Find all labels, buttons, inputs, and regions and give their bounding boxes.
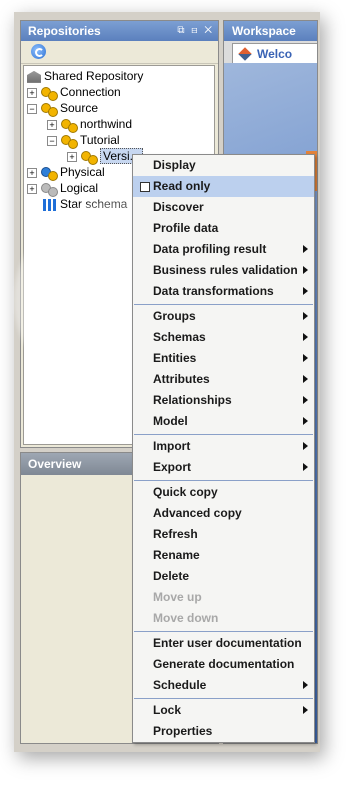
submenu-arrow-icon: [303, 706, 308, 714]
workspace-tabbar: Welco: [224, 41, 317, 64]
menu-item-model[interactable]: Model: [133, 411, 314, 432]
submenu-arrow-icon: [303, 417, 308, 425]
menu-item-properties[interactable]: Properties: [133, 721, 314, 742]
repositories-toolbar: [21, 41, 218, 64]
tree-node-tutorial[interactable]: − Tutorial: [47, 132, 120, 149]
menu-item-business-rules-validation[interactable]: Business rules validation: [133, 260, 314, 281]
menu-item-entities[interactable]: Entities: [133, 348, 314, 369]
menu-item-attributes[interactable]: Attributes: [133, 369, 314, 390]
menu-item-lock[interactable]: Lock: [133, 700, 314, 721]
version-icon: [81, 150, 98, 165]
repository-icon: [27, 70, 41, 83]
refresh-icon[interactable]: [31, 44, 46, 59]
panel-window-controls[interactable]: ⧉ ⊟ ✕: [177, 21, 214, 41]
menu-separator: [134, 304, 313, 305]
logical-icon: [41, 182, 58, 197]
repositories-title: Repositories: [28, 24, 101, 38]
menu-item-advanced-copy[interactable]: Advanced copy: [133, 503, 314, 524]
menu-item-move-down[interactable]: Move down: [133, 608, 314, 629]
connection-icon: [41, 86, 58, 101]
tab-welcome[interactable]: Welco: [232, 43, 317, 63]
menu-item-data-transformations[interactable]: Data transformations: [133, 281, 314, 302]
submenu-arrow-icon: [303, 442, 308, 450]
tree-node-shared-repository[interactable]: Shared Repository: [27, 68, 143, 84]
expand-icon[interactable]: +: [27, 167, 37, 178]
submenu-arrow-icon: [303, 681, 308, 689]
menu-item-profile-data[interactable]: Profile data: [133, 218, 314, 239]
tree-node-physical[interactable]: + Physical: [27, 164, 105, 181]
source-icon: [41, 102, 58, 117]
menu-item-relationships[interactable]: Relationships: [133, 390, 314, 411]
menu-item-delete[interactable]: Delete: [133, 566, 314, 587]
submenu-arrow-icon: [303, 333, 308, 341]
menu-item-data-profiling-result[interactable]: Data profiling result: [133, 239, 314, 260]
collapse-icon[interactable]: −: [27, 103, 37, 114]
submenu-arrow-icon: [303, 266, 308, 274]
model-icon: [61, 134, 78, 149]
submenu-arrow-icon: [303, 312, 308, 320]
menu-separator: [134, 434, 313, 435]
welcome-tab-icon: [238, 47, 252, 61]
menu-item-schemas[interactable]: Schemas: [133, 327, 314, 348]
menu-item-refresh[interactable]: Refresh: [133, 524, 314, 545]
checkbox-icon[interactable]: [140, 182, 150, 192]
menu-item-schedule[interactable]: Schedule: [133, 675, 314, 696]
menu-item-quick-copy[interactable]: Quick copy: [133, 482, 314, 503]
menu-item-display[interactable]: Display: [133, 155, 314, 176]
expand-icon[interactable]: +: [27, 183, 37, 194]
expand-icon[interactable]: +: [47, 119, 57, 130]
submenu-arrow-icon: [303, 354, 308, 362]
menu-separator: [134, 631, 313, 632]
menu-item-read-only[interactable]: Read only: [133, 176, 314, 197]
menu-item-rename[interactable]: Rename: [133, 545, 314, 566]
submenu-arrow-icon: [303, 287, 308, 295]
repositories-panel-header: Repositories ⧉ ⊟ ✕: [21, 21, 218, 41]
tab-welcome-label: Welco: [257, 47, 293, 61]
menu-item-export[interactable]: Export: [133, 457, 314, 478]
submenu-arrow-icon: [303, 396, 308, 404]
tree-node-source[interactable]: − Source: [27, 100, 98, 117]
physical-icon: [41, 166, 58, 181]
submenu-arrow-icon: [303, 375, 308, 383]
menu-item-groups[interactable]: Groups: [133, 306, 314, 327]
menu-item-enter-user-documentation[interactable]: Enter user documentation: [133, 633, 314, 654]
workspace-title: Workspace: [224, 21, 317, 41]
menu-item-move-up[interactable]: Move up: [133, 587, 314, 608]
collapse-icon[interactable]: −: [47, 135, 57, 146]
menu-item-generate-documentation[interactable]: Generate documentation: [133, 654, 314, 675]
star-schema-icon: [43, 198, 57, 211]
tree-node-logical[interactable]: + Logical: [27, 180, 98, 197]
expand-icon[interactable]: +: [67, 151, 77, 162]
model-icon: [61, 118, 78, 133]
context-menu: Display Read only Discover Profile data …: [132, 154, 315, 743]
menu-item-import[interactable]: Import: [133, 436, 314, 457]
submenu-arrow-icon: [303, 245, 308, 253]
menu-item-discover[interactable]: Discover: [133, 197, 314, 218]
submenu-arrow-icon: [303, 463, 308, 471]
expand-icon[interactable]: +: [27, 87, 37, 98]
tree-node-northwind[interactable]: + northwind: [47, 116, 132, 133]
menu-separator: [134, 698, 313, 699]
menu-separator: [134, 480, 313, 481]
tree-node-connection[interactable]: + Connection: [27, 84, 121, 101]
